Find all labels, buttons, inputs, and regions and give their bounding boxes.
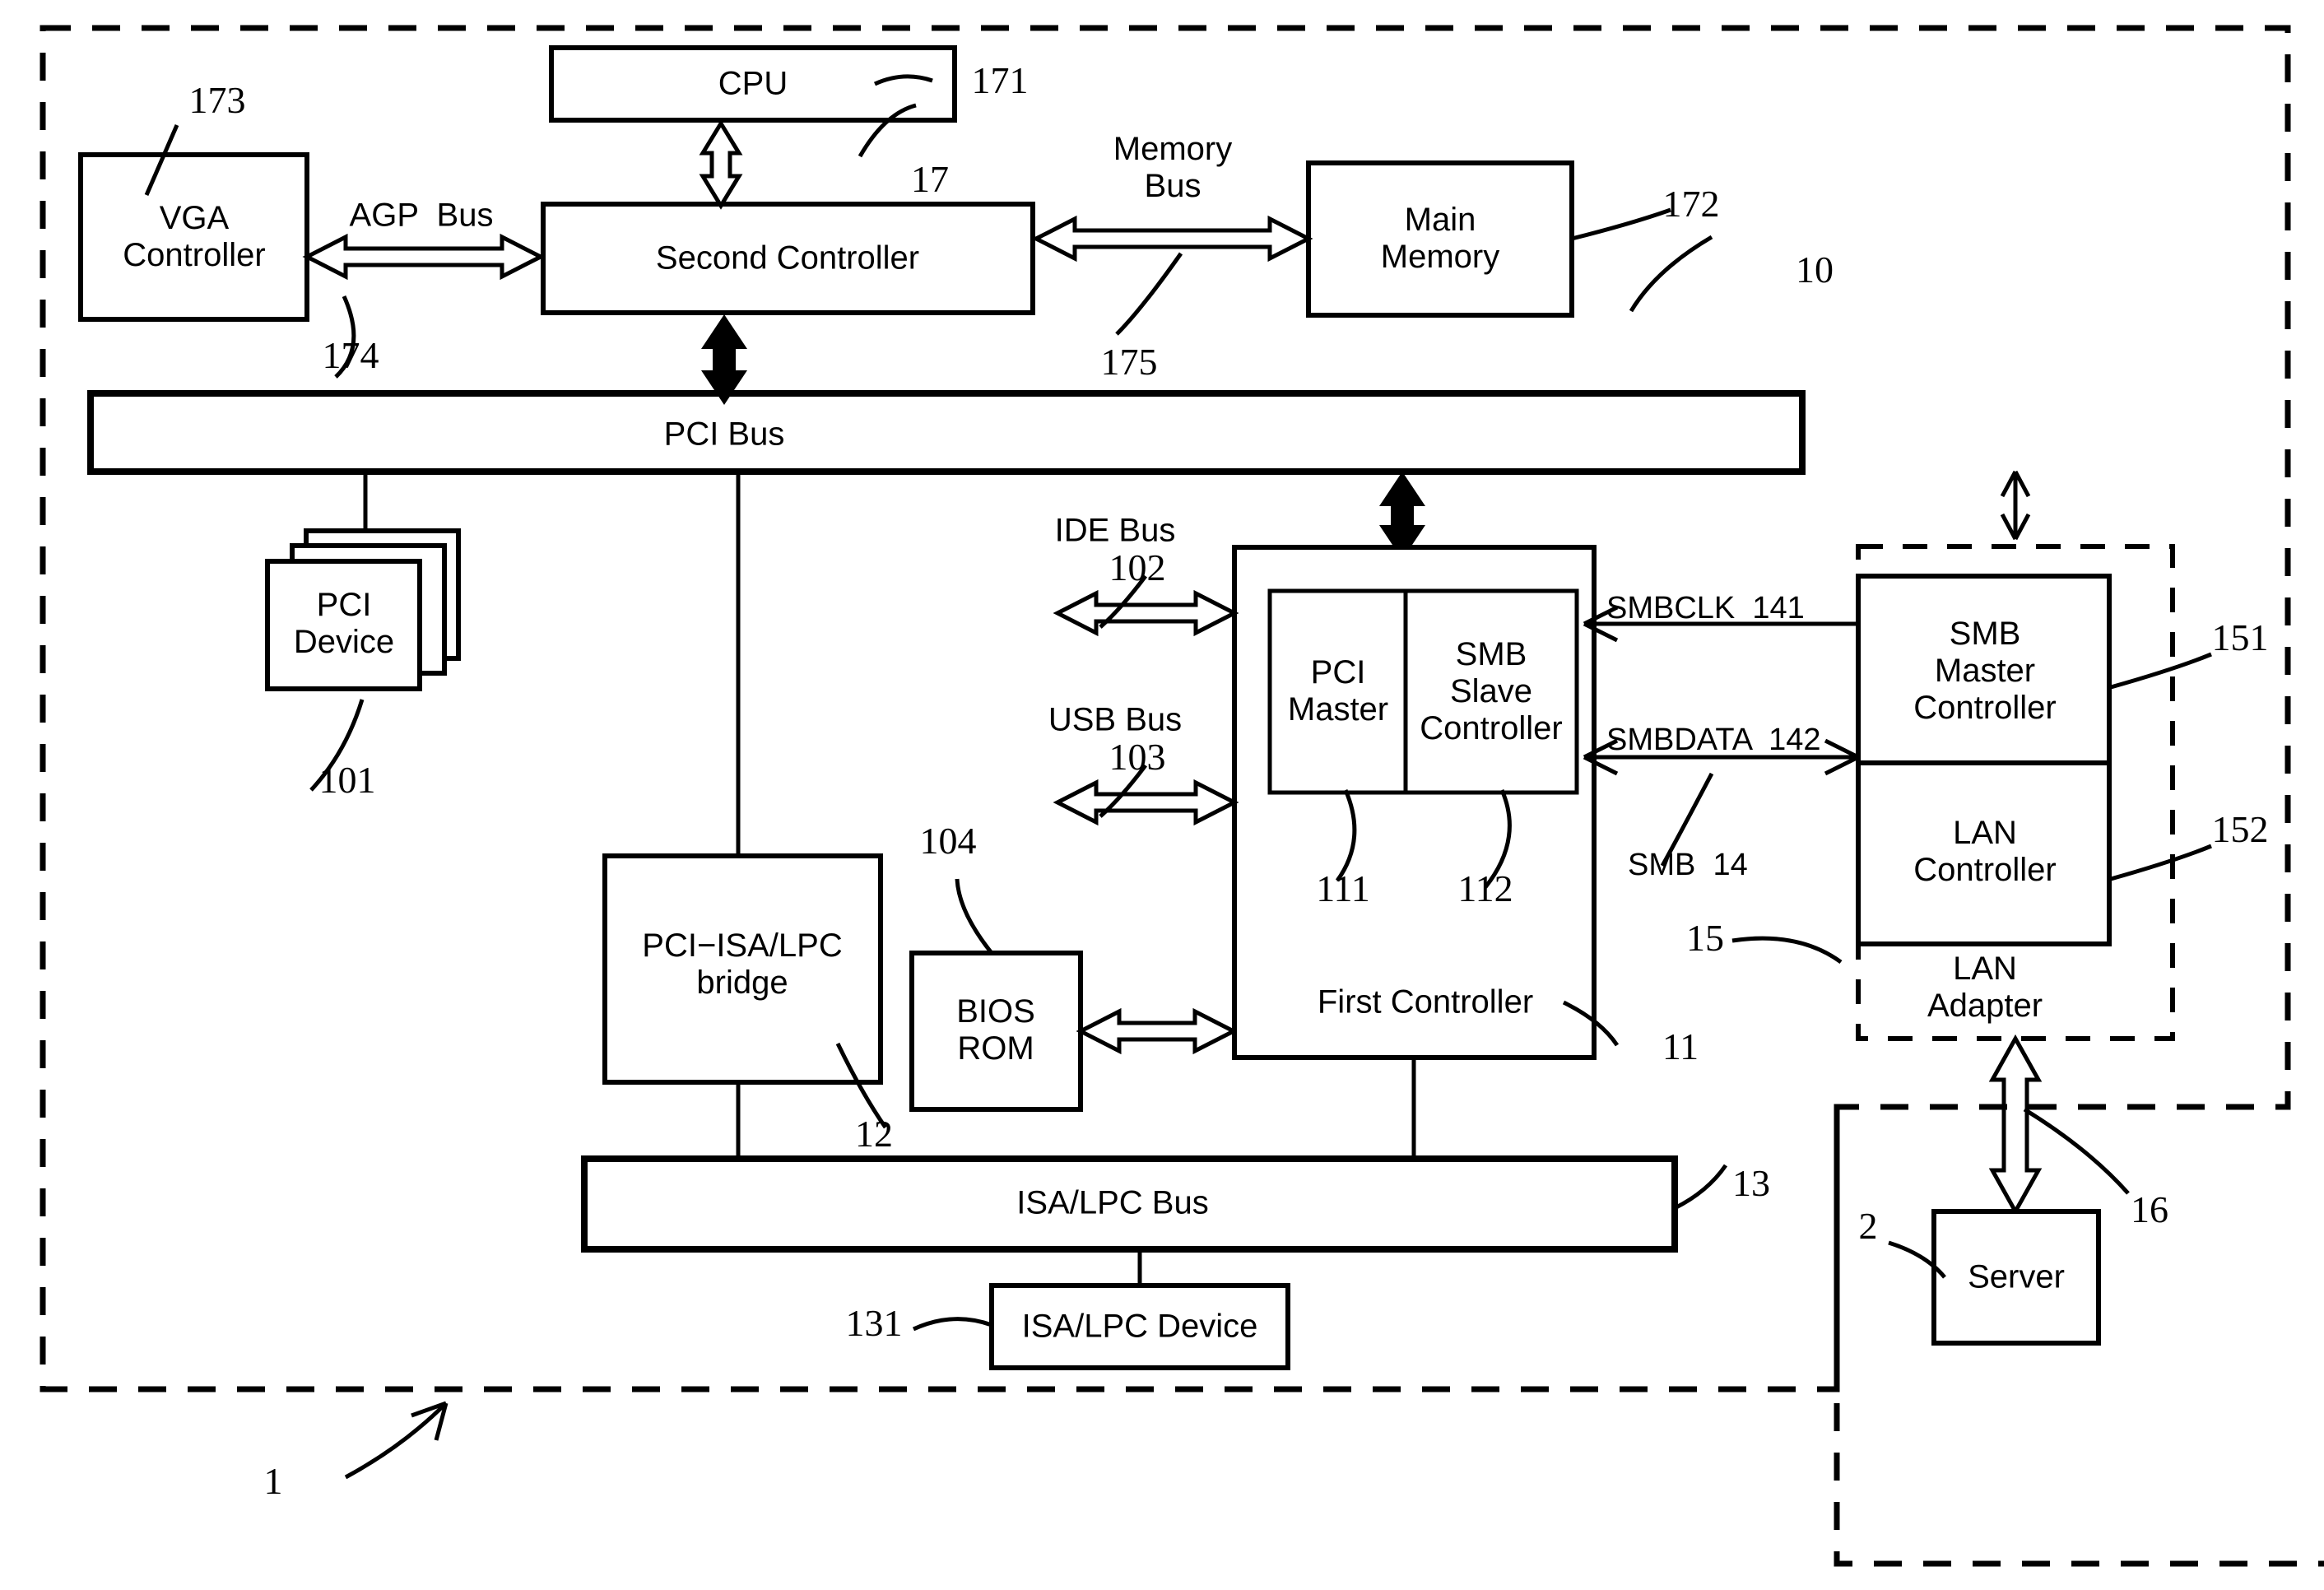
bios-rom-label: BIOS ROM [956, 993, 1035, 1067]
first-controller-label: First Controller [1317, 983, 1534, 1020]
ref-16: 16 [2131, 1188, 2168, 1231]
second-controller-label: Second Controller [655, 239, 920, 277]
agp-bus-arrow [302, 233, 546, 281]
pci-lan-adapter-arrow [2000, 470, 2031, 541]
ref-12: 12 [855, 1113, 893, 1155]
usb-bus-arrow [1053, 779, 1239, 826]
server-label: Server [1968, 1258, 2065, 1295]
ref-174: 174 [322, 334, 379, 377]
ref-175: 175 [1100, 341, 1158, 384]
ref-102: 102 [1109, 546, 1166, 589]
leader-151 [2110, 652, 2212, 690]
pci-device-label: PCI Device [293, 587, 395, 660]
ide-bus-label: IDE Bus [1054, 512, 1176, 549]
pci-bus-label: PCI Bus [663, 416, 785, 453]
leader-171 [873, 74, 933, 86]
leader-172 [1571, 207, 1671, 241]
bios-rom-arrow [1076, 1007, 1239, 1055]
ref-13: 13 [1732, 1162, 1770, 1205]
ref-112: 112 [1457, 867, 1513, 910]
leader-175 [1115, 252, 1183, 336]
usb-bus-label: USB Bus [1048, 701, 1183, 738]
lan-controller-label: LAN Controller [1913, 815, 2057, 888]
isa-lpc-bus-label: ISA/LPC Bus [1016, 1184, 1209, 1221]
leader-173 [144, 124, 179, 196]
leader-10 [1629, 235, 1713, 313]
ref-111: 111 [1316, 867, 1370, 910]
cpu-second-controller-arrow [699, 119, 743, 210]
isa-lpc-device-label: ISA/LPC Device [1021, 1308, 1258, 1345]
leader-17 [858, 103, 917, 158]
ref-173: 173 [188, 79, 246, 122]
smbdata-label: SMBDATA 142 [1606, 723, 1821, 757]
main-memory-label: Main Memory [1380, 202, 1500, 275]
ref-103: 103 [1109, 736, 1166, 779]
ide-bus-arrow [1053, 589, 1239, 637]
leader-104 [955, 878, 993, 955]
ref-2: 2 [1858, 1205, 1878, 1248]
leader-16 [2023, 1107, 2130, 1195]
ref-131: 131 [845, 1302, 903, 1345]
ref-10: 10 [1796, 249, 1834, 291]
ref-11: 11 [1662, 1025, 1699, 1068]
smb-label: SMB 14 [1628, 848, 1748, 882]
memory-bus-label: Memory Bus [1113, 131, 1233, 204]
smb-slave-controller-label: SMB Slave Controller [1420, 635, 1563, 746]
ref-171: 171 [971, 59, 1029, 102]
leader-15 [1731, 936, 1843, 965]
smbclk-label: SMBCLK 141 [1606, 591, 1805, 625]
lan-server-arrow [1988, 1034, 2043, 1216]
ref-172: 172 [1662, 183, 1720, 225]
ref-151: 151 [2211, 616, 2269, 659]
leader-131 [912, 1317, 992, 1332]
figure-canvas: CPU VGA Controller Second Controller Mai… [0, 0, 2324, 1590]
pci-bus-bar [87, 390, 1806, 475]
pci-master-label: PCI Master [1287, 654, 1389, 728]
vga-controller-label: VGA Controller [123, 200, 266, 273]
leader-152 [2110, 844, 2212, 881]
lan-adapter-label: LAN Adapter [1927, 951, 2043, 1024]
memory-bus-arrow [1031, 215, 1313, 263]
ref-104: 104 [919, 820, 977, 862]
ref-17: 17 [911, 158, 949, 201]
leader-1 [344, 1402, 448, 1480]
smb-master-controller-label: SMB Master Controller [1913, 615, 2057, 726]
cpu-label: CPU [718, 65, 788, 102]
ref-1: 1 [263, 1460, 283, 1503]
ref-152: 152 [2211, 808, 2269, 851]
ref-15: 15 [1686, 917, 1724, 960]
pci-isa-lpc-bridge-label: PCI−ISA/LPC bridge [642, 928, 843, 1001]
ref-101: 101 [318, 759, 376, 802]
leader-13 [1673, 1164, 1728, 1211]
agp-bus-label: AGP Bus [349, 197, 494, 234]
